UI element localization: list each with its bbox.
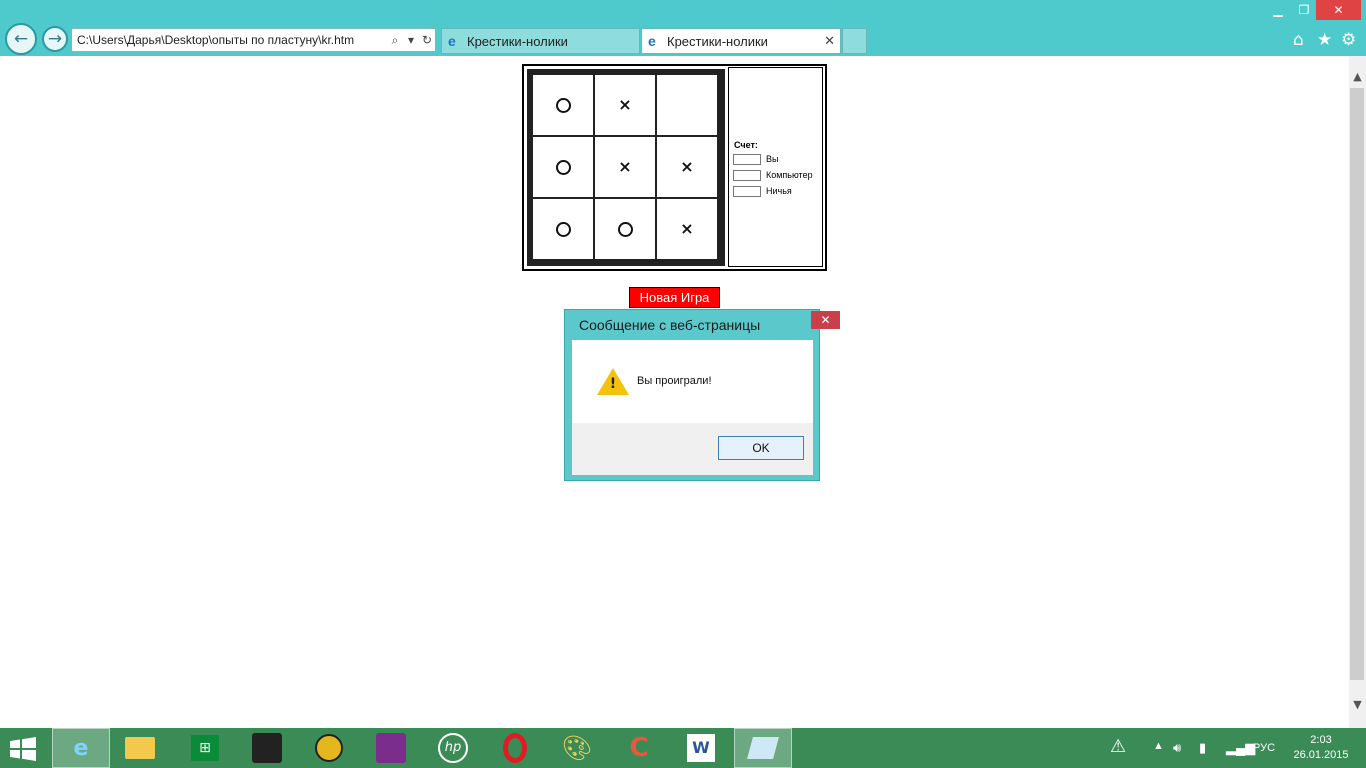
warning-mark: ! [609, 376, 617, 392]
alert-dialog: Сообщение с веб-страницы ✕ ! Вы проиграл… [564, 309, 840, 481]
battery-icon[interactable]: ▮ [1199, 740, 1206, 756]
board-cell-o[interactable] [533, 75, 593, 135]
chevron-up-icon[interactable]: ▲ [1153, 740, 1164, 752]
gear-icon[interactable]: ⚙ [1341, 30, 1356, 50]
dialog-title: Сообщение с веб-страницы [579, 317, 761, 333]
signal-icon[interactable]: ▂▄▆ [1226, 740, 1255, 756]
score-label: Компьютер [766, 170, 813, 180]
score-row-computer: Компьютер [733, 169, 813, 181]
forward-arrow-icon: → [47, 29, 63, 49]
maximize-button[interactable]: ❐ [1293, 0, 1315, 20]
home-icon[interactable]: ⌂ [1293, 30, 1304, 50]
window-close-button[interactable]: ✕ [1316, 0, 1361, 20]
score-row-draw: Ничья [733, 185, 792, 197]
volume-icon[interactable]: 🔊︎ [1173, 740, 1181, 756]
board-cell-x[interactable] [657, 199, 717, 259]
opera-icon[interactable] [486, 728, 544, 768]
tab-kr-2[interactable]: e Крестики-нолики ✕ [641, 28, 841, 54]
browser-chrome: ▁ ❐ ✕ ← → C:\Users\Дарья\Desktop\опыты п… [0, 0, 1366, 56]
back-arrow-icon: ← [13, 29, 29, 49]
new-game-button[interactable]: Новая Игра [629, 287, 720, 308]
hp-icon[interactable]: hp [424, 728, 482, 768]
close-icon[interactable]: ✕ [824, 33, 835, 49]
media-player-icon[interactable] [300, 728, 358, 768]
board-cell-x[interactable] [657, 137, 717, 197]
back-button[interactable]: ← [5, 23, 37, 55]
clock[interactable]: 2:03 26.01.2015 [1288, 733, 1354, 763]
security-alert-icon[interactable]: ⚠ [1110, 736, 1126, 757]
address-bar[interactable]: C:\Users\Дарья\Desktop\опыты по пластуну… [71, 28, 436, 52]
game-board [527, 69, 725, 266]
dialog-footer: OK [572, 423, 813, 475]
word-icon[interactable]: W [672, 728, 730, 768]
store-icon[interactable]: ⊞ [176, 728, 234, 768]
internet-explorer-icon[interactable]: e [52, 728, 110, 768]
score-title: Счет: [734, 140, 758, 150]
ie-icon: e [448, 33, 456, 49]
score-panel: Счет: Вы Компьютер Ничья [728, 67, 823, 267]
board-cell-o[interactable] [533, 137, 593, 197]
vertical-scrollbar[interactable]: ▲ ▼ [1349, 56, 1366, 728]
paint-icon[interactable]: 🎨︎ [548, 728, 606, 768]
dialog-message: Вы проиграли! [637, 375, 712, 387]
tab-kr-1[interactable]: e Крестики-нолики [441, 28, 640, 54]
score-field-draw[interactable] [733, 185, 761, 197]
forward-button[interactable]: → [42, 26, 68, 52]
board-cell-o[interactable] [595, 199, 655, 259]
ie-icon: e [648, 33, 656, 49]
score-field-you[interactable] [733, 153, 761, 165]
score-label: Вы [766, 154, 779, 164]
dialog-body: ! Вы проиграли! [572, 340, 813, 423]
score-field-computer[interactable] [733, 169, 761, 181]
address-url[interactable]: C:\Users\Дарья\Desktop\опыты по пластуну… [77, 33, 387, 47]
file-explorer-icon[interactable] [111, 728, 169, 768]
ok-button[interactable]: OK [718, 436, 804, 460]
tab-label: Крестики-нолики [467, 33, 568, 49]
star-icon[interactable]: ★ [1317, 30, 1332, 50]
new-tab-button[interactable] [842, 28, 867, 54]
chevron-down-icon[interactable]: ▾ [403, 33, 419, 47]
refresh-icon[interactable]: ↻ [419, 33, 435, 47]
board-cell-x[interactable] [595, 137, 655, 197]
clock-time: 2:03 [1310, 734, 1332, 746]
puzzle-icon[interactable] [238, 728, 296, 768]
score-label: Ничья [766, 186, 792, 196]
clock-date: 26.01.2015 [1293, 749, 1349, 761]
minimize-button[interactable]: ▁ [1267, 0, 1289, 20]
scroll-thumb[interactable] [1350, 88, 1364, 680]
board-cell-x[interactable] [595, 75, 655, 135]
scroll-up-icon[interactable]: ▲ [1350, 70, 1365, 83]
windows-start-icon[interactable] [8, 737, 40, 761]
tab-label: Крестики-нолики [667, 33, 768, 49]
presentation-icon[interactable] [362, 728, 420, 768]
taskbar: e ⊞ hp 🎨︎ C W ⚠ ▲ 🔊︎ ▮ ▂▄▆ РУС 2:03 26.0… [0, 728, 1366, 768]
board-cell-o[interactable] [533, 199, 593, 259]
search-icon[interactable]: ⌕ [387, 33, 403, 48]
ccleaner-icon[interactable]: C [610, 728, 668, 768]
scroll-down-icon[interactable]: ▼ [1350, 698, 1365, 711]
dialog-close-button[interactable]: ✕ [811, 311, 840, 329]
notepad-icon[interactable] [734, 728, 792, 768]
board-cell-empty[interactable] [657, 75, 717, 135]
score-row-you: Вы [733, 153, 778, 165]
language-indicator[interactable]: РУС [1253, 742, 1275, 754]
